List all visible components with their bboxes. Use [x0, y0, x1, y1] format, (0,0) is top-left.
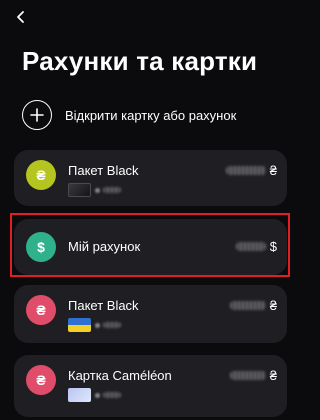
- currency-symbol: ₴: [269, 163, 277, 178]
- card-row: [68, 318, 125, 332]
- hidden-amount: [225, 166, 266, 175]
- account-name: Пакет Black: [68, 163, 139, 178]
- account-name: Пакет Black: [68, 298, 139, 313]
- open-card-or-account-button[interactable]: Відкрити картку або рахунок: [22, 98, 282, 132]
- hidden-amount: [229, 301, 266, 310]
- hryvnia-icon: ₴: [26, 160, 56, 190]
- card-row: [68, 388, 125, 402]
- hidden-amount: [229, 371, 266, 380]
- ukraine-flag-card-thumbnail: [68, 318, 91, 332]
- selection-highlight: [10, 213, 290, 277]
- account-card[interactable]: ₴ Пакет Black ₴: [14, 150, 287, 206]
- card-row: [68, 183, 125, 197]
- page-title: Рахунки та картки: [22, 46, 258, 76]
- account-name: Картка Caméléon: [68, 368, 172, 383]
- open-card-or-account-label: Відкрити картку або рахунок: [65, 107, 237, 123]
- chameleon-card-thumbnail: [68, 388, 91, 402]
- hryvnia-icon: ₴: [26, 365, 56, 395]
- chevron-left-icon: [17, 11, 24, 23]
- hidden-card-number: [95, 392, 100, 398]
- black-card-thumbnail: [68, 183, 91, 197]
- account-card[interactable]: ₴ Пакет Black ₴: [14, 285, 287, 343]
- hidden-card-number: [103, 392, 121, 398]
- account-balance: ₴: [225, 163, 277, 178]
- hidden-card-number: [95, 322, 100, 328]
- account-balance: ₴: [229, 368, 277, 383]
- back-button[interactable]: [10, 6, 32, 28]
- currency-symbol: ₴: [269, 368, 277, 383]
- hidden-card-number: [95, 187, 100, 193]
- hidden-card-number: [103, 322, 121, 328]
- hidden-card-number: [103, 187, 121, 193]
- currency-symbol: ₴: [269, 298, 277, 313]
- plus-icon: [22, 100, 52, 130]
- hryvnia-icon: ₴: [26, 295, 56, 325]
- account-balance: ₴: [229, 298, 277, 313]
- account-card[interactable]: ₴ Картка Caméléon ₴: [14, 355, 287, 417]
